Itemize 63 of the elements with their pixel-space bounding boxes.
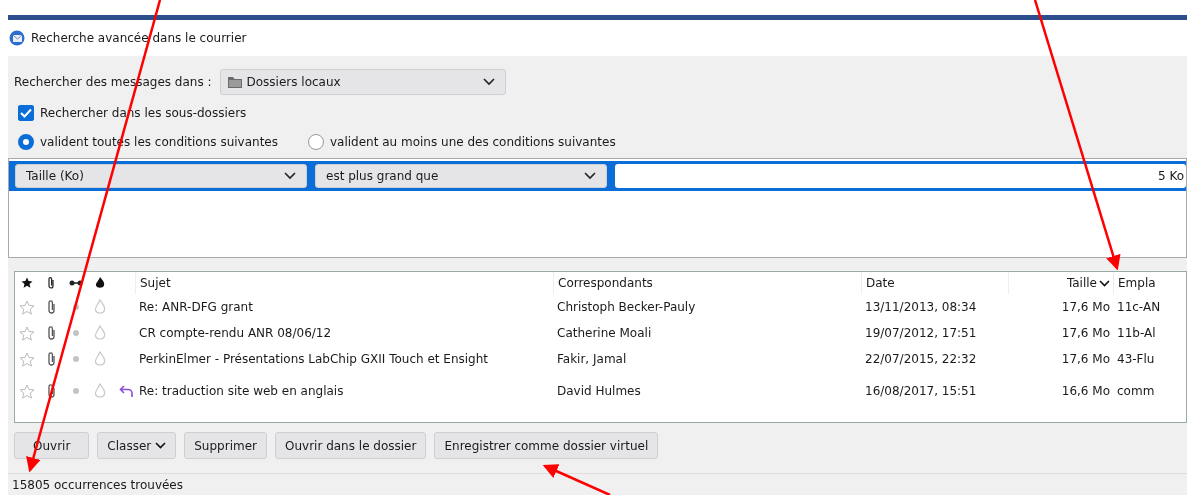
sort-chevron-icon xyxy=(1099,279,1110,287)
correspondent-cell-text: Catherine Moali xyxy=(556,326,653,340)
date-cell-text: 13/11/2013, 08:34 xyxy=(864,300,978,314)
location-cell-text: 43-Flu xyxy=(1116,352,1156,366)
action-button[interactable]: Enregistrer comme dossier virtuel xyxy=(434,432,659,459)
size-cell-text: 17,6 Mo xyxy=(1060,300,1111,314)
correspondent-cell-text: Fakir, Jamal xyxy=(556,352,628,366)
location-cell-text: 11b-Al xyxy=(1116,326,1157,340)
size-cell-text: 17,6 Mo xyxy=(1060,326,1111,340)
location-cell-text: 11c-AN xyxy=(1116,300,1162,314)
date-cell-text: 22/07/2015, 22:32 xyxy=(864,352,978,366)
subject-cell-text: CR compte-rendu ANR 08/06/12 xyxy=(138,326,333,340)
radio-label: valident au moins une des conditions suivantes xyxy=(330,135,616,149)
read-dot-icon[interactable] xyxy=(73,304,79,310)
chevron-down-icon xyxy=(155,442,167,449)
paperclip-icon xyxy=(46,351,56,367)
action-button[interactable]: Supprimer xyxy=(184,432,267,459)
read-dot-icon[interactable] xyxy=(73,330,79,336)
field-dropdown[interactable]: Taille (Ko) xyxy=(15,164,307,188)
subject-cell-text: Re: traduction site web en anglais xyxy=(138,384,345,398)
column-header[interactable]: Date xyxy=(861,272,1008,294)
read-dot-icon[interactable] xyxy=(73,356,79,362)
operator-dropdown[interactable]: est plus grand que xyxy=(315,164,607,188)
star-icon[interactable] xyxy=(19,383,35,399)
date-cell-text: 16/08/2017, 15:51 xyxy=(864,384,978,398)
folder-icon xyxy=(226,75,243,89)
radio-button[interactable] xyxy=(308,134,324,150)
star-icon[interactable] xyxy=(19,351,35,367)
chevron-down-icon xyxy=(284,172,296,180)
star-icon[interactable] xyxy=(21,277,33,289)
column-header[interactable]: Sujet xyxy=(135,272,553,294)
correspondent-cell-text: Christoph Becker-Pauly xyxy=(556,300,697,314)
checkbox[interactable] xyxy=(18,105,34,121)
size-cell-text: 17,6 Mo xyxy=(1060,352,1111,366)
menu-button[interactable]: Classer xyxy=(97,432,177,459)
correspondent-cell-text: David Hulmes xyxy=(556,384,642,398)
glasses-icon[interactable] xyxy=(69,279,83,287)
paperclip-icon xyxy=(46,299,56,315)
size-cell-text: 16,6 Mo xyxy=(1060,384,1111,398)
window-title: Recherche avancée dans le courrier xyxy=(31,31,247,45)
column-header[interactable]: Correspondants xyxy=(553,272,861,294)
paperclip-icon[interactable] xyxy=(47,276,55,290)
action-button[interactable]: Ouvrir dans le dossier xyxy=(275,432,427,459)
status-text: 15805 occurrences trouvées xyxy=(12,478,183,492)
subject-cell-text: PerkinElmer - Présentations LabChip GXII Touch et Ensight xyxy=(138,352,489,366)
star-icon[interactable] xyxy=(19,299,35,315)
date-cell-text: 19/07/2012, 17:51 xyxy=(864,326,978,340)
radio-button[interactable] xyxy=(18,134,34,150)
reply-arrow-icon xyxy=(119,384,133,398)
chevron-down-icon xyxy=(482,78,495,86)
paperclip-icon xyxy=(46,325,56,341)
envelope-globe-icon xyxy=(9,30,25,46)
column-header[interactable]: Empla xyxy=(1113,272,1183,294)
read-dot-icon[interactable] xyxy=(73,388,79,394)
annotation-arrow xyxy=(542,464,611,495)
star-icon[interactable] xyxy=(19,325,35,341)
column-header[interactable]: Taille xyxy=(1008,272,1113,294)
value-field[interactable]: 5 Ko xyxy=(615,164,1186,188)
location-cell-text: comm xyxy=(1116,384,1156,398)
folder-dropdown[interactable]: Dossiers locaux xyxy=(219,69,506,95)
chevron-down-icon xyxy=(584,172,596,180)
subject-cell-text: Re: ANR-DFG grant xyxy=(138,300,254,314)
paperclip-icon xyxy=(46,383,56,399)
